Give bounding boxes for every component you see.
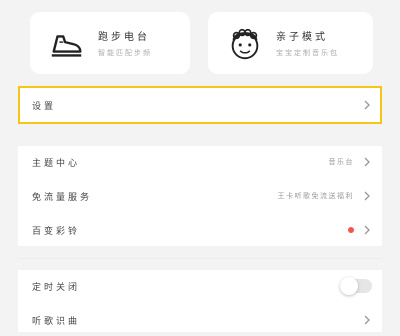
menu-item-song-recognition[interactable]: 听歌识曲 (18, 304, 382, 336)
menu-item-label: 听歌识曲 (32, 316, 81, 327)
sleep-timer-toggle[interactable] (340, 277, 372, 295)
chevron-right-icon (364, 157, 370, 167)
menu-item-sleep-timer[interactable]: 定时关闭 (18, 270, 382, 302)
running-shoe-icon (51, 35, 82, 57)
section-divider (18, 258, 382, 259)
card-title: 亲子模式 (276, 32, 328, 43)
parent-child-mode-card[interactable]: 亲子模式 宝宝定制音乐包 (208, 12, 373, 74)
baby-face-icon (231, 28, 259, 60)
menu-item-value: 音乐台 (328, 158, 354, 166)
chevron-right-icon (364, 315, 370, 325)
settings-row[interactable]: 设置 (18, 86, 382, 124)
menu-section-2: 定时关闭 听歌识曲 (18, 270, 382, 332)
card-title: 跑步电台 (98, 32, 150, 43)
menu-item-value: 王卡听歌免流送福利 (277, 192, 354, 200)
chevron-right-icon (364, 191, 370, 201)
card-subtitle: 智能匹配步频 (98, 49, 152, 57)
menu-item-ringtone[interactable]: 百变彩铃 (18, 214, 382, 246)
menu-item-free-data[interactable]: 免流量服务 王卡听歌免流送福利 (18, 180, 382, 212)
menu-item-label: 免流量服务 (32, 192, 93, 203)
running-radio-card[interactable]: 跑步电台 智能匹配步频 (30, 12, 190, 74)
chevron-right-icon (364, 225, 370, 235)
chevron-right-icon (364, 100, 370, 110)
menu-item-label: 定时关闭 (32, 282, 81, 293)
new-badge-dot (348, 227, 354, 233)
menu-section-1: 主题中心 音乐台 免流量服务 王卡听歌免流送福利 百变彩铃 (18, 146, 382, 246)
menu-item-label: 主题中心 (32, 158, 81, 169)
card-subtitle: 宝宝定制音乐包 (276, 49, 339, 57)
settings-label: 设置 (32, 102, 57, 112)
menu-item-theme-center[interactable]: 主题中心 音乐台 (18, 146, 382, 178)
toggle-knob (340, 277, 358, 295)
menu-item-label: 百变彩铃 (32, 226, 81, 237)
